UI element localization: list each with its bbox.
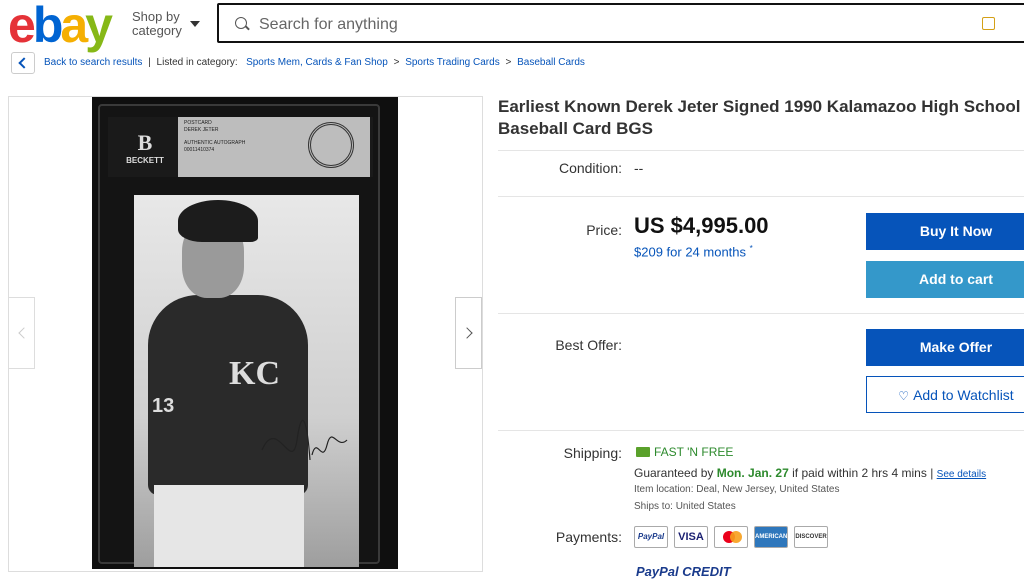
divider [498,196,1024,197]
payments-label: Payments: [555,529,622,545]
add-to-watchlist-button[interactable]: ♡ Add to Watchlist [866,376,1024,413]
shop-by-category-button[interactable]: Shop by category [132,10,182,38]
listed-in-label: Listed in category: [156,57,238,68]
breadcrumb-category-1[interactable]: Sports Mem, Cards & Fan Shop [246,57,388,68]
add-to-cart-button[interactable]: Add to cart [866,261,1024,298]
buy-it-now-button[interactable]: Buy It Now [866,213,1024,250]
search-input[interactable] [257,12,861,38]
back-to-search-link[interactable]: Back to search results [44,57,142,68]
fast-n-free-badge: FAST 'N FREE [654,445,734,459]
breadcrumb: Back to search results | Listed in categ… [44,57,585,68]
condition-value: -- [634,160,644,176]
back-arrow-icon[interactable] [11,52,35,74]
divider [498,150,1024,151]
paypal-credit-logo: PayPal CREDIT [636,564,731,579]
gallery-next-button[interactable] [455,297,482,369]
jersey-logo: KC [229,355,280,392]
shipping-label: Shipping: [563,445,622,461]
autograph-signature [261,419,348,461]
divider [498,313,1024,314]
breadcrumb-category-3[interactable]: Baseball Cards [517,57,585,68]
search-bar [217,3,1024,43]
mastercard-icon [714,526,748,548]
ebay-logo[interactable]: ebay [8,0,113,50]
visa-icon: VISA [674,526,708,548]
delivery-guarantee: Guaranteed by Mon. Jan. 27 if paid withi… [634,466,987,480]
shop-by-label: Shop by [132,9,180,24]
item-location: Item location: Deal, New Jersey, United … [634,484,840,495]
amex-icon: AMERICAN EXPRESS [754,526,788,560]
discover-icon: DISCOVER [794,526,828,548]
beckett-seal [308,122,354,168]
paypal-icon: PayPal [634,526,668,548]
monthly-payment-link[interactable]: $209 for 24 months * [634,244,753,259]
breadcrumb-category-2[interactable]: Sports Trading Cards [405,57,500,68]
jersey-number: 13 [152,395,175,417]
divider [498,430,1024,431]
gallery-prev-button[interactable] [8,297,35,369]
ships-to: Ships to: United States [634,501,736,512]
make-offer-button[interactable]: Make Offer [866,329,1024,366]
baseball-card: KC 13 [134,195,359,567]
player-pants [154,485,304,567]
truck-icon [636,447,650,457]
condition-label: Condition: [558,160,622,176]
price-value: US $4,995.00 [634,213,769,238]
note-icon[interactable] [982,17,995,30]
player-cap [178,200,258,242]
best-offer-label: Best Offer: [555,337,622,353]
heart-icon: ♡ [898,389,910,403]
price-label: Price: [586,222,622,238]
beckett-logo: B BECKETT [126,130,164,165]
category-label: category [132,23,182,38]
chevron-down-icon[interactable] [190,21,200,27]
see-details-link[interactable]: See details [937,469,986,480]
item-title: Earliest Known Derek Jeter Signed 1990 K… [498,97,1021,138]
search-icon [235,17,247,29]
